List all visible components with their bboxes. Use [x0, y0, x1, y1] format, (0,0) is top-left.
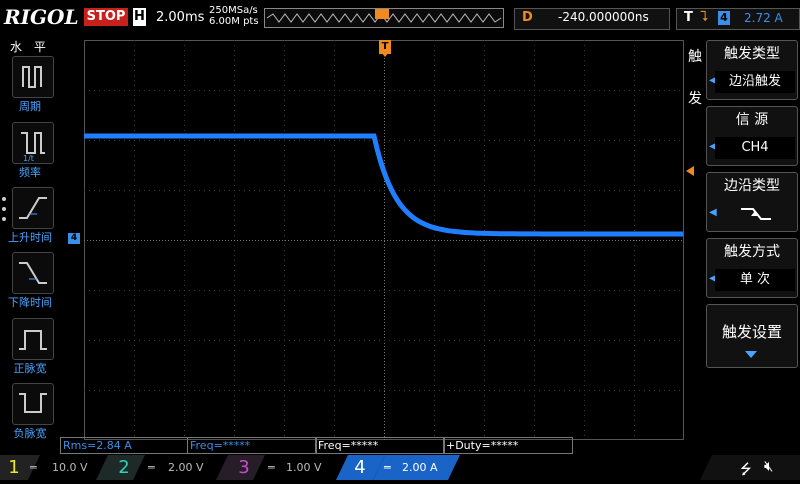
trigger-settings-heading: 触发设置: [721, 323, 782, 341]
waveform-overview[interactable]: [264, 8, 504, 28]
source-heading: 信 源: [735, 112, 769, 128]
ch3-scale[interactable]: 1.00 V: [286, 456, 322, 480]
ch3-button[interactable]: 3: [230, 455, 258, 480]
top-status-bar: RIGOL STOP H 2.00ms 250MSa/s 6.00M pts D…: [0, 0, 800, 34]
page-indicator: [2, 197, 6, 227]
trigger-level: 2.72 A: [744, 11, 783, 25]
mute-icon[interactable]: 🔇︎: [764, 457, 773, 475]
trigger-type-heading: 触发类型: [724, 46, 780, 62]
period-button[interactable]: [12, 56, 54, 98]
fall-time-label: 下降时间: [8, 296, 52, 309]
frequency-icon: 1/t: [21, 132, 45, 163]
negative-width-button[interactable]: [12, 383, 54, 425]
falling-edge-icon: ⮧: [700, 9, 709, 25]
rise-time-label: 上升时间: [8, 231, 52, 244]
negative-width-label: 负脉宽: [13, 427, 47, 440]
sample-info: 250MSa/s 6.00M pts: [209, 5, 259, 27]
frequency-label: 频率: [19, 166, 41, 179]
delay-label: D: [522, 10, 533, 25]
measurement-freq-2[interactable]: Freq=*****: [315, 437, 445, 454]
ch1-number: 1: [8, 457, 20, 478]
period-icon: [22, 66, 42, 88]
positive-width-label: 正脉宽: [13, 362, 47, 375]
trigger-type-menu[interactable]: 触发类型 ◀ 边沿触发: [706, 40, 798, 100]
trigger-label: T: [684, 10, 693, 25]
rise-time-button[interactable]: [12, 187, 54, 229]
falling-edge-icon: [741, 208, 771, 220]
delay-value: -240.000000ns: [558, 10, 649, 24]
edge-type-menu[interactable]: 边沿类型 ◀: [706, 172, 798, 232]
measurement-duty[interactable]: +Duty=*****: [443, 437, 573, 454]
usb-icon: ⭍: [740, 462, 752, 478]
ch1-coupling-icon: ═: [30, 461, 37, 474]
ch2-scale[interactable]: 2.00 V: [168, 456, 204, 480]
ch4-button[interactable]: 4: [346, 455, 374, 480]
period-label: 周期: [19, 100, 41, 113]
trigger-mode-value: 单 次: [715, 269, 795, 291]
ch3-number: 3: [238, 457, 250, 478]
graticule: [84, 40, 684, 440]
fall-time-button[interactable]: [12, 252, 54, 294]
menu-side-title-1: 触: [688, 49, 702, 65]
menu-side-title-2: 发: [688, 91, 702, 107]
waveform-display[interactable]: [84, 40, 684, 440]
ch2-coupling-icon: ═: [148, 461, 155, 474]
fall-time-icon: [19, 262, 47, 284]
positive-width-button[interactable]: [12, 318, 54, 360]
ch4-scale[interactable]: 2.00 A: [402, 456, 438, 480]
ch3-coupling-icon: ═: [268, 461, 275, 474]
ch1-scale[interactable]: 10.0 V: [52, 456, 88, 480]
overview-wave-svg: [266, 9, 502, 23]
trigger-type-value: 边沿触发: [715, 71, 795, 93]
sample-rate: 250MSa/s: [209, 5, 258, 16]
svg-text:1/t: 1/t: [23, 154, 34, 163]
source-menu[interactable]: 信 源 ◀ CH4: [706, 106, 798, 166]
ch4-number: 4: [354, 457, 366, 478]
rise-time-icon: [19, 197, 47, 219]
ch4-coupling-icon: ═: [384, 461, 391, 474]
horizontal-menu-title: 水 平: [10, 40, 50, 54]
edge-type-heading: 边沿类型: [724, 178, 780, 194]
memory-depth: 6.00M pts: [209, 16, 259, 27]
ch1-button[interactable]: 1: [0, 455, 28, 480]
brand-logo: RIGOL: [4, 5, 79, 29]
positive-width-icon: [19, 330, 47, 350]
ch2-button[interactable]: 2: [110, 455, 138, 480]
measurement-freq-1[interactable]: Freq=*****: [187, 437, 317, 454]
trigger-mode-heading: 触发方式: [724, 244, 780, 260]
source-value: CH4: [715, 137, 795, 159]
trigger-settings-menu[interactable]: 触发设置: [706, 304, 798, 368]
ch4-offset-marker[interactable]: 4: [68, 233, 80, 244]
trigger-channel-badge: 4: [718, 11, 730, 25]
timebase-value[interactable]: 2.00ms: [156, 10, 204, 25]
timebase-label: H: [133, 8, 146, 26]
frequency-button[interactable]: 1/t: [12, 122, 54, 164]
trigger-position-arrow: [381, 52, 389, 57]
trigger-level-marker[interactable]: [686, 166, 694, 176]
trigger-mode-menu[interactable]: 触发方式 ◀ 单 次: [706, 238, 798, 298]
negative-width-icon: [19, 393, 47, 413]
chevron-down-icon: [745, 351, 757, 358]
run-status-badge[interactable]: STOP: [84, 8, 128, 26]
ch2-number: 2: [118, 457, 130, 478]
measurement-rms[interactable]: Rms=2.84 A: [60, 437, 188, 454]
